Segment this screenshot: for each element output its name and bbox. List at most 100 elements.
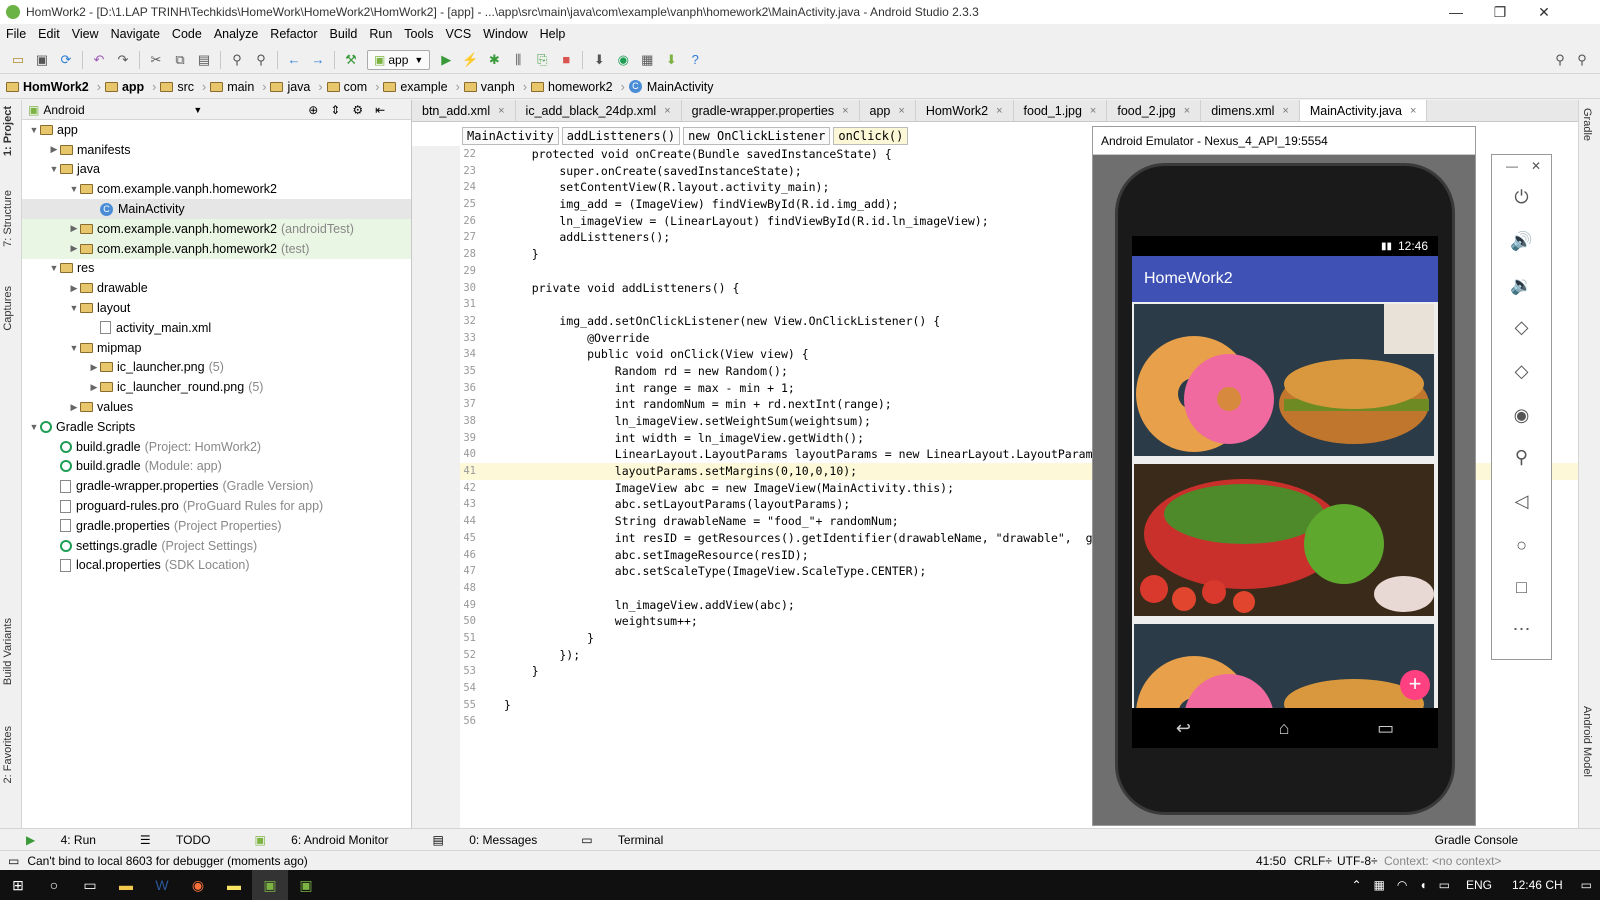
emu-close-icon[interactable]: ✕: [1492, 159, 1551, 173]
tree-node[interactable]: ▶ com.example.vanph.homework2 (test): [22, 238, 411, 259]
tree-node[interactable]: local.properties (SDK Location): [22, 556, 411, 576]
tree-node[interactable]: ▶ manifests: [22, 140, 411, 160]
menu-vcs[interactable]: VCS: [439, 27, 477, 41]
crumb-vanph[interactable]: vanph: [463, 80, 519, 94]
collapse-arrow-icon[interactable]: ▶: [88, 382, 100, 393]
tool-tab-favorites[interactable]: 2: Favorites: [2, 726, 14, 783]
crumb-method[interactable]: addListteners(): [561, 127, 681, 145]
settings-gear-icon[interactable]: ⚙: [352, 103, 363, 117]
maximize-button[interactable]: ❐: [1478, 0, 1522, 24]
tray-chevron-icon[interactable]: ⌃: [1351, 878, 1361, 892]
paste-icon[interactable]: ▤: [195, 51, 213, 69]
menu-refactor[interactable]: Refactor: [264, 27, 323, 41]
tool-tab-build-variants[interactable]: Build Variants: [2, 618, 14, 685]
menu-edit[interactable]: Edit: [32, 27, 66, 41]
project-view-select[interactable]: Android: [43, 103, 193, 117]
crumb-homework2[interactable]: homework2: [531, 80, 617, 94]
tool-tab-structure[interactable]: 7: Structure: [2, 190, 14, 247]
tree-node[interactable]: ▶ values: [22, 397, 411, 417]
power-icon[interactable]: ⏻: [1492, 187, 1551, 208]
save-icon[interactable]: ▣: [33, 51, 51, 69]
menu-code[interactable]: Code: [166, 27, 208, 41]
close-tab-icon[interactable]: ×: [498, 105, 504, 117]
rotate-left-icon[interactable]: ◇: [1492, 317, 1551, 338]
tree-node[interactable]: ▼ res: [22, 259, 411, 279]
expand-arrow-icon[interactable]: ▼: [68, 184, 80, 194]
editor-tab[interactable]: ic_add_black_24dp.xml ×: [516, 100, 682, 121]
run-config-select[interactable]: ▣ app ▼: [367, 49, 431, 70]
phone-screen[interactable]: ▮▮ 12:46 HomeWork2 + ↩ ⌂ ▭: [1132, 236, 1438, 748]
tool-tab-gradle[interactable]: Gradle: [1581, 108, 1593, 141]
tree-node[interactable]: settings.gradle (Project Settings): [22, 536, 411, 556]
tool-tab-terminal[interactable]: ▭ Terminal: [581, 833, 685, 847]
tool-tab-messages[interactable]: ▤ 0: Messages: [433, 833, 560, 847]
crumb-listener[interactable]: new OnClickListener: [683, 127, 831, 145]
android-studio-taskbar-icon[interactable]: ▣: [252, 870, 288, 900]
crumb-mainactivity[interactable]: C MainActivity: [628, 80, 718, 94]
task-view-icon[interactable]: ▭: [72, 870, 108, 900]
tool-tab-android-monitor[interactable]: ▣ 6: Android Monitor: [254, 833, 410, 847]
event-log-icon[interactable]: ⚲: [1573, 51, 1591, 69]
crumb-project[interactable]: HomWork2: [6, 80, 93, 94]
profile-icon[interactable]: ⫼: [509, 51, 527, 69]
project-structure-icon[interactable]: ▦: [638, 51, 656, 69]
expand-arrow-icon[interactable]: ▼: [68, 343, 80, 353]
open-folder-icon[interactable]: ▭: [9, 51, 27, 69]
zoom-icon[interactable]: ⚲: [1492, 447, 1551, 468]
editor-tab[interactable]: food_2.jpg ×: [1107, 100, 1202, 121]
replace-icon[interactable]: ⚲: [252, 51, 270, 69]
collapse-arrow-icon[interactable]: ▶: [68, 243, 80, 254]
notification-icon[interactable]: ▭: [1439, 878, 1450, 892]
menu-build[interactable]: Build: [324, 27, 364, 41]
tool-tab-project[interactable]: 1: Project: [2, 106, 14, 156]
tool-tab-captures[interactable]: Captures: [2, 286, 14, 331]
tool-tab-gradle-console[interactable]: Gradle Console: [1435, 833, 1518, 847]
avd-manager-icon[interactable]: ⬇: [662, 51, 680, 69]
redo-icon[interactable]: ↷: [114, 51, 132, 69]
scroll-from-source-icon[interactable]: ⊕: [308, 103, 318, 117]
debug-icon[interactable]: ✱: [485, 51, 503, 69]
close-tab-icon[interactable]: ×: [1184, 105, 1190, 117]
tree-node[interactable]: build.gradle (Project: HomWork2): [22, 437, 411, 457]
attach-debugger-icon[interactable]: ⎘: [533, 51, 551, 69]
tree-node[interactable]: ▶ com.example.vanph.homework2 (androidTest…: [22, 218, 411, 239]
editor-tab[interactable]: HomWork2 ×: [916, 100, 1014, 121]
tool-tab-android-model[interactable]: Android Model: [1581, 706, 1593, 777]
tree-node[interactable]: ▶ drawable: [22, 278, 411, 298]
more-icon[interactable]: ⋯: [1492, 619, 1551, 640]
make-project-icon[interactable]: ⚒: [342, 51, 360, 69]
collapse-arrow-icon[interactable]: ▶: [68, 223, 80, 234]
tree-node[interactable]: ▼ layout: [22, 298, 411, 318]
language-indicator[interactable]: ENG: [1466, 878, 1492, 892]
find-icon[interactable]: ⚲: [228, 51, 246, 69]
crumb-main[interactable]: main: [210, 80, 258, 94]
close-window-button[interactable]: ✕: [1522, 0, 1566, 24]
collapse-all-icon[interactable]: ⇕: [330, 103, 340, 117]
crumb-app[interactable]: app: [104, 80, 148, 94]
crumb-src[interactable]: src: [160, 80, 198, 94]
home-nav-icon[interactable]: ⌂: [1279, 718, 1290, 739]
taskbar-clock[interactable]: 12:46 CH: [1512, 878, 1563, 892]
sync-gradle-icon[interactable]: ◉: [614, 51, 632, 69]
crumb-java[interactable]: java: [270, 80, 314, 94]
sync-icon[interactable]: ⟳: [57, 51, 75, 69]
action-center-icon[interactable]: ▭: [1581, 878, 1592, 892]
close-tab-icon[interactable]: ×: [898, 105, 904, 117]
tree-node[interactable]: ▼ java: [22, 160, 411, 180]
tree-node[interactable]: ▼ Gradle Scripts: [22, 417, 411, 437]
minimize-button[interactable]: —: [1434, 0, 1478, 24]
tree-node[interactable]: build.gradle (Module: app): [22, 457, 411, 477]
collapse-arrow-icon[interactable]: ▶: [68, 283, 80, 294]
status-indicator-icon[interactable]: ▭: [8, 854, 19, 868]
sticky-notes-icon[interactable]: ▬: [216, 870, 252, 900]
expand-arrow-icon[interactable]: ▼: [68, 303, 80, 313]
back-icon[interactable]: ←: [285, 51, 303, 69]
image-list[interactable]: +: [1132, 302, 1438, 708]
back-nav-icon[interactable]: ↩: [1176, 718, 1191, 739]
tree-node[interactable]: ▶ ic_launcher.png (5): [22, 358, 411, 378]
menu-run[interactable]: Run: [363, 27, 398, 41]
emulator-taskbar-icon[interactable]: ▣: [288, 870, 324, 900]
tree-node[interactable]: C MainActivity: [22, 199, 411, 219]
tree-node[interactable]: ▼ mipmap: [22, 338, 411, 358]
collapse-arrow-icon[interactable]: ▶: [88, 362, 100, 373]
